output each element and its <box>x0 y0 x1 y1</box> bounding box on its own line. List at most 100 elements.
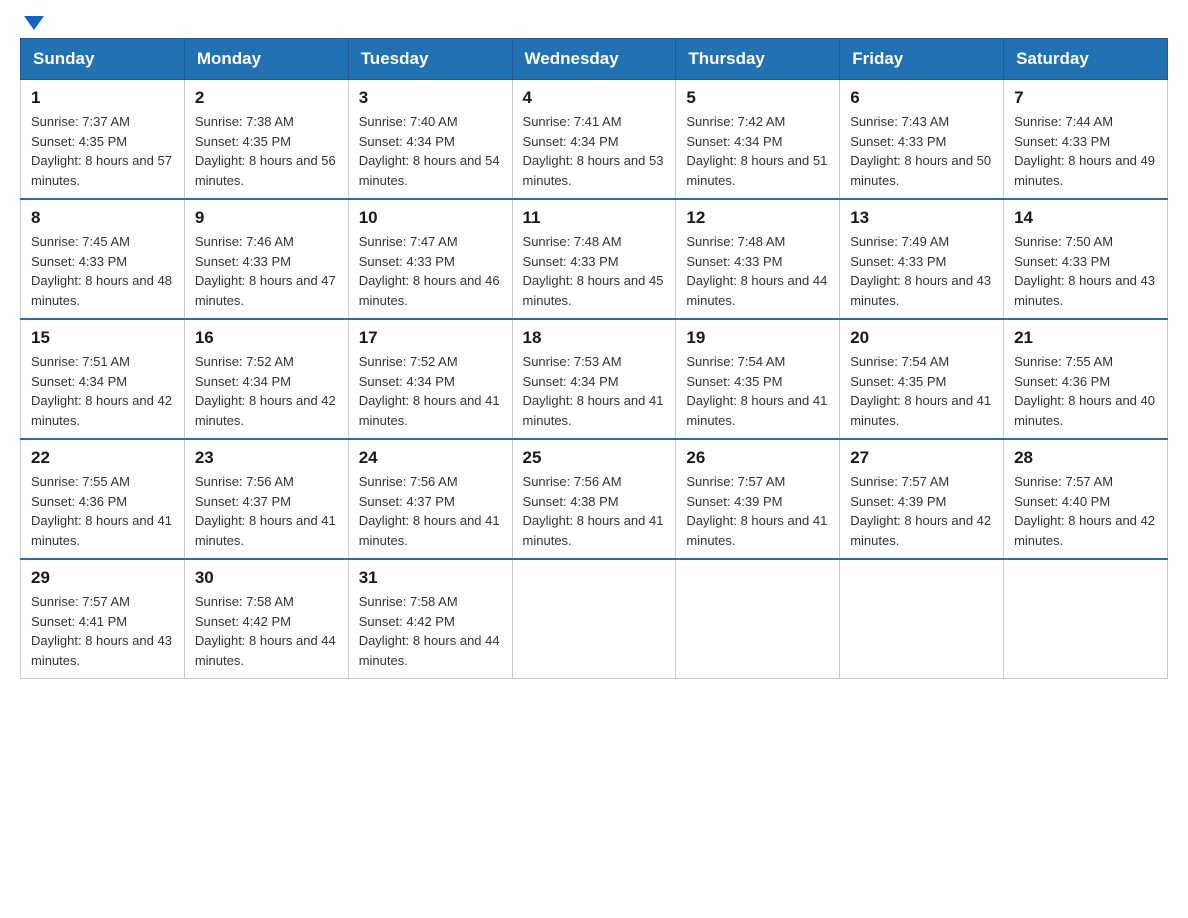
calendar-cell <box>512 559 676 679</box>
sunrise-label: Sunrise: 7:54 AM <box>686 354 785 369</box>
sunrise-label: Sunrise: 7:57 AM <box>686 474 785 489</box>
sunrise-label: Sunrise: 7:57 AM <box>850 474 949 489</box>
sunrise-label: Sunrise: 7:56 AM <box>523 474 622 489</box>
day-info: Sunrise: 7:48 AM Sunset: 4:33 PM Dayligh… <box>686 232 829 310</box>
calendar-cell: 27 Sunrise: 7:57 AM Sunset: 4:39 PM Dayl… <box>840 439 1004 559</box>
calendar-cell: 17 Sunrise: 7:52 AM Sunset: 4:34 PM Dayl… <box>348 319 512 439</box>
sunrise-label: Sunrise: 7:49 AM <box>850 234 949 249</box>
calendar-week-3: 15 Sunrise: 7:51 AM Sunset: 4:34 PM Dayl… <box>21 319 1168 439</box>
day-info: Sunrise: 7:58 AM Sunset: 4:42 PM Dayligh… <box>195 592 338 670</box>
calendar-cell: 31 Sunrise: 7:58 AM Sunset: 4:42 PM Dayl… <box>348 559 512 679</box>
sunset-label: Sunset: 4:41 PM <box>31 614 127 629</box>
calendar-cell: 14 Sunrise: 7:50 AM Sunset: 4:33 PM Dayl… <box>1004 199 1168 319</box>
sunset-label: Sunset: 4:42 PM <box>359 614 455 629</box>
day-info: Sunrise: 7:55 AM Sunset: 4:36 PM Dayligh… <box>31 472 174 550</box>
calendar-cell: 18 Sunrise: 7:53 AM Sunset: 4:34 PM Dayl… <box>512 319 676 439</box>
sunset-label: Sunset: 4:34 PM <box>686 134 782 149</box>
daylight-label: Daylight: 8 hours and 44 minutes. <box>195 633 336 668</box>
calendar-cell: 3 Sunrise: 7:40 AM Sunset: 4:34 PM Dayli… <box>348 80 512 200</box>
sunset-label: Sunset: 4:33 PM <box>523 254 619 269</box>
sunset-label: Sunset: 4:35 PM <box>195 134 291 149</box>
calendar-cell: 1 Sunrise: 7:37 AM Sunset: 4:35 PM Dayli… <box>21 80 185 200</box>
calendar-cell <box>676 559 840 679</box>
calendar-cell: 21 Sunrise: 7:55 AM Sunset: 4:36 PM Dayl… <box>1004 319 1168 439</box>
calendar-cell: 4 Sunrise: 7:41 AM Sunset: 4:34 PM Dayli… <box>512 80 676 200</box>
day-number: 6 <box>850 88 993 108</box>
sunset-label: Sunset: 4:36 PM <box>31 494 127 509</box>
sunrise-label: Sunrise: 7:52 AM <box>195 354 294 369</box>
day-info: Sunrise: 7:44 AM Sunset: 4:33 PM Dayligh… <box>1014 112 1157 190</box>
daylight-label: Daylight: 8 hours and 43 minutes. <box>1014 273 1155 308</box>
day-number: 26 <box>686 448 829 468</box>
daylight-label: Daylight: 8 hours and 41 minutes. <box>686 393 827 428</box>
day-header-thursday: Thursday <box>676 39 840 80</box>
sunrise-label: Sunrise: 7:40 AM <box>359 114 458 129</box>
day-number: 11 <box>523 208 666 228</box>
sunset-label: Sunset: 4:34 PM <box>359 134 455 149</box>
daylight-label: Daylight: 8 hours and 42 minutes. <box>1014 513 1155 548</box>
daylight-label: Daylight: 8 hours and 41 minutes. <box>31 513 172 548</box>
sunset-label: Sunset: 4:33 PM <box>1014 134 1110 149</box>
logo-line1 <box>20 20 44 34</box>
day-number: 16 <box>195 328 338 348</box>
daylight-label: Daylight: 8 hours and 51 minutes. <box>686 153 827 188</box>
calendar-cell: 16 Sunrise: 7:52 AM Sunset: 4:34 PM Dayl… <box>184 319 348 439</box>
calendar-cell: 11 Sunrise: 7:48 AM Sunset: 4:33 PM Dayl… <box>512 199 676 319</box>
sunrise-label: Sunrise: 7:58 AM <box>195 594 294 609</box>
day-number: 1 <box>31 88 174 108</box>
day-info: Sunrise: 7:40 AM Sunset: 4:34 PM Dayligh… <box>359 112 502 190</box>
day-header-wednesday: Wednesday <box>512 39 676 80</box>
sunset-label: Sunset: 4:42 PM <box>195 614 291 629</box>
daylight-label: Daylight: 8 hours and 41 minutes. <box>359 393 500 428</box>
daylight-label: Daylight: 8 hours and 54 minutes. <box>359 153 500 188</box>
calendar-cell: 12 Sunrise: 7:48 AM Sunset: 4:33 PM Dayl… <box>676 199 840 319</box>
daylight-label: Daylight: 8 hours and 45 minutes. <box>523 273 664 308</box>
day-info: Sunrise: 7:56 AM Sunset: 4:37 PM Dayligh… <box>195 472 338 550</box>
daylight-label: Daylight: 8 hours and 43 minutes. <box>31 633 172 668</box>
sunset-label: Sunset: 4:34 PM <box>523 374 619 389</box>
daylight-label: Daylight: 8 hours and 57 minutes. <box>31 153 172 188</box>
calendar-week-1: 1 Sunrise: 7:37 AM Sunset: 4:35 PM Dayli… <box>21 80 1168 200</box>
calendar-header: SundayMondayTuesdayWednesdayThursdayFrid… <box>21 39 1168 80</box>
day-number: 30 <box>195 568 338 588</box>
sunrise-label: Sunrise: 7:41 AM <box>523 114 622 129</box>
sunrise-label: Sunrise: 7:54 AM <box>850 354 949 369</box>
sunrise-label: Sunrise: 7:38 AM <box>195 114 294 129</box>
sunrise-label: Sunrise: 7:46 AM <box>195 234 294 249</box>
sunrise-label: Sunrise: 7:44 AM <box>1014 114 1113 129</box>
day-info: Sunrise: 7:46 AM Sunset: 4:33 PM Dayligh… <box>195 232 338 310</box>
sunset-label: Sunset: 4:39 PM <box>850 494 946 509</box>
day-header-monday: Monday <box>184 39 348 80</box>
sunset-label: Sunset: 4:33 PM <box>850 134 946 149</box>
sunset-label: Sunset: 4:33 PM <box>1014 254 1110 269</box>
sunrise-label: Sunrise: 7:50 AM <box>1014 234 1113 249</box>
sunrise-label: Sunrise: 7:57 AM <box>31 594 130 609</box>
day-info: Sunrise: 7:58 AM Sunset: 4:42 PM Dayligh… <box>359 592 502 670</box>
day-number: 24 <box>359 448 502 468</box>
sunrise-label: Sunrise: 7:45 AM <box>31 234 130 249</box>
sunset-label: Sunset: 4:38 PM <box>523 494 619 509</box>
day-number: 10 <box>359 208 502 228</box>
calendar-cell: 5 Sunrise: 7:42 AM Sunset: 4:34 PM Dayli… <box>676 80 840 200</box>
sunset-label: Sunset: 4:35 PM <box>31 134 127 149</box>
daylight-label: Daylight: 8 hours and 44 minutes. <box>686 273 827 308</box>
sunset-label: Sunset: 4:35 PM <box>686 374 782 389</box>
day-header-friday: Friday <box>840 39 1004 80</box>
daylight-label: Daylight: 8 hours and 41 minutes. <box>523 513 664 548</box>
day-info: Sunrise: 7:38 AM Sunset: 4:35 PM Dayligh… <box>195 112 338 190</box>
day-header-sunday: Sunday <box>21 39 185 80</box>
calendar-cell: 7 Sunrise: 7:44 AM Sunset: 4:33 PM Dayli… <box>1004 80 1168 200</box>
calendar-body: 1 Sunrise: 7:37 AM Sunset: 4:35 PM Dayli… <box>21 80 1168 679</box>
day-number: 5 <box>686 88 829 108</box>
day-number: 18 <box>523 328 666 348</box>
sunrise-label: Sunrise: 7:48 AM <box>686 234 785 249</box>
sunrise-label: Sunrise: 7:37 AM <box>31 114 130 129</box>
sunset-label: Sunset: 4:34 PM <box>195 374 291 389</box>
day-number: 31 <box>359 568 502 588</box>
sunset-label: Sunset: 4:33 PM <box>686 254 782 269</box>
daylight-label: Daylight: 8 hours and 48 minutes. <box>31 273 172 308</box>
day-info: Sunrise: 7:52 AM Sunset: 4:34 PM Dayligh… <box>359 352 502 430</box>
logo <box>20 20 44 28</box>
sunset-label: Sunset: 4:39 PM <box>686 494 782 509</box>
day-header-tuesday: Tuesday <box>348 39 512 80</box>
